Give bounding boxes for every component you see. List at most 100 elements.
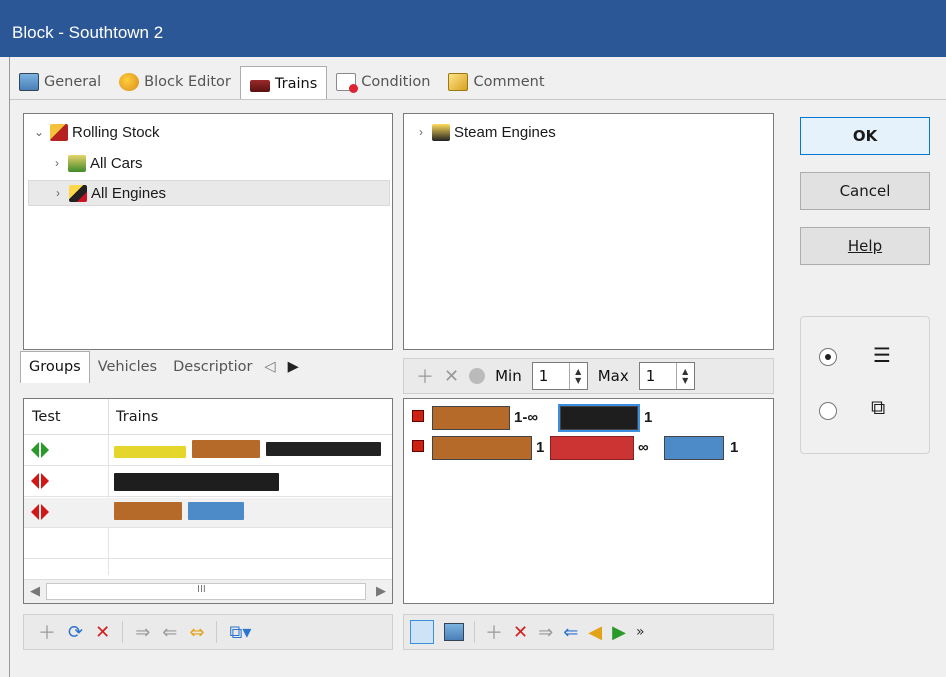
tree-item-rolling-stock[interactable]: ⌄ Rolling Stock — [32, 119, 160, 145]
column-trains[interactable]: Trains — [116, 409, 158, 425]
test-direction-icon[interactable] — [31, 473, 49, 489]
delete-icon[interactable]: ✕ — [513, 622, 528, 643]
table-row[interactable] — [24, 436, 392, 466]
group-tree[interactable]: ⌄ Rolling Stock › All Cars › All Engines — [23, 113, 393, 350]
move-right-icon[interactable]: ▶ — [612, 622, 626, 643]
tree-item-all-cars[interactable]: › All Cars — [50, 150, 143, 176]
log-car-image[interactable] — [432, 406, 510, 430]
view-mode-group: ☰ ⧉ — [800, 316, 930, 454]
diesel-engine-image[interactable] — [664, 436, 724, 460]
stop-icon[interactable] — [469, 368, 486, 384]
table-row — [24, 529, 392, 559]
test-direction-icon[interactable] — [31, 442, 49, 458]
passenger-car-image[interactable] — [550, 436, 634, 460]
tab-condition[interactable]: Condition — [327, 66, 439, 98]
swap-icon[interactable]: ⇔ — [189, 622, 204, 643]
add-icon[interactable]: ＋ — [485, 619, 503, 645]
rolling-stock-icon — [50, 123, 68, 141]
trains-panel: ⌄ Rolling Stock › All Cars › All Engines… — [10, 99, 946, 677]
train-sequence-box[interactable]: 1-∞ 1 1 ∞ 1 — [403, 398, 774, 604]
add-icon[interactable]: ＋ — [38, 619, 56, 645]
scroll-right-icon[interactable]: ▶ — [288, 359, 299, 375]
window-title: Block - Southtown 2 — [0, 0, 946, 57]
steam-engine-icon — [432, 123, 450, 141]
steam-locomotive-image — [114, 473, 279, 491]
delete-icon[interactable]: ✕ — [95, 622, 110, 643]
table-row[interactable] — [24, 498, 392, 528]
log-car-image — [114, 502, 182, 520]
left-toolbar: ＋ ⟳ ✕ ⇒ ⇐ ⇔ ⧉▾ — [23, 614, 393, 650]
grid-header: Test Trains — [24, 399, 392, 435]
spin-up-icon: ▲ — [575, 367, 582, 376]
spin-down-icon: ▼ — [575, 376, 582, 385]
chevron-right-icon[interactable]: › — [414, 125, 428, 139]
dialog: General Block Editor Trains Condition Co… — [9, 57, 946, 677]
scroll-left-icon[interactable]: ◁ — [264, 359, 275, 375]
sequence-row[interactable]: 1 ∞ 1 — [412, 433, 772, 463]
tab-block-editor[interactable]: Block Editor — [110, 66, 240, 98]
direction-icon[interactable] — [412, 440, 424, 452]
log-car-image — [192, 440, 260, 458]
general-icon — [19, 73, 39, 91]
chevron-right-icon[interactable]: › — [51, 186, 65, 200]
comment-icon — [448, 73, 469, 91]
column-test[interactable]: Test — [32, 409, 61, 425]
scroll-left-arrow-icon[interactable]: ◀ — [30, 584, 40, 599]
subtab-strip: Groups Vehicles Descriptior ◁ ▶ — [20, 351, 299, 383]
grouped-view-icon: ⧉ — [871, 395, 886, 419]
chevron-down-icon[interactable]: ⌄ — [32, 125, 46, 139]
trains-icon — [249, 80, 270, 92]
table-row[interactable] — [24, 467, 392, 497]
sequence-row[interactable]: 1-∞ 1 — [412, 403, 772, 433]
properties-icon[interactable] — [444, 623, 464, 641]
scroll-right-arrow-icon[interactable]: ▶ — [376, 584, 386, 599]
selection-tree[interactable]: › Steam Engines — [403, 113, 774, 350]
min-stepper[interactable]: 1 ▲ ▼ — [531, 362, 588, 390]
copy-menu-icon[interactable]: ⧉▾ — [229, 622, 251, 643]
move-left-icon[interactable]: ◀ — [588, 622, 602, 643]
arrow-right-icon[interactable]: ⇒ — [538, 622, 553, 643]
scroll-thumb[interactable]: III — [46, 583, 366, 600]
train-test-grid[interactable]: Test Trains ◀ III ▶ — [23, 398, 393, 604]
subtab-groups[interactable]: Groups — [20, 351, 90, 383]
max-stepper[interactable]: 1 ▲ ▼ — [638, 362, 695, 390]
tree-item-steam-engines[interactable]: › Steam Engines — [414, 119, 556, 145]
steam-locomotive-image — [266, 442, 381, 456]
subtab-description[interactable]: Descriptior — [165, 359, 260, 375]
cancel-button[interactable]: Cancel — [800, 172, 930, 210]
horizontal-scrollbar[interactable]: ◀ III ▶ — [24, 579, 392, 603]
diesel-engine-image — [188, 502, 244, 520]
freight-car-image — [114, 446, 186, 458]
list-view-icon: ☰ — [873, 343, 891, 367]
tree-item-all-engines[interactable]: › All Engines — [28, 180, 390, 206]
sequence-toolbar: ＋ ✕ ⇒ ⇐ ◀ ▶ » — [403, 614, 774, 650]
engines-icon — [69, 184, 87, 202]
log-car-image[interactable] — [432, 436, 532, 460]
add-icon[interactable]: ＋ — [416, 363, 434, 389]
spin-up-icon: ▲ — [682, 367, 689, 376]
radio-list-view[interactable] — [819, 348, 837, 366]
min-max-toolbar: ＋ ✕ Min 1 ▲ ▼ Max 1 ▲ ▼ — [403, 358, 774, 394]
spin-down-icon: ▼ — [682, 376, 689, 385]
arrow-right-icon[interactable]: ⇒ — [135, 622, 150, 643]
tab-comment[interactable]: Comment — [439, 66, 553, 98]
radio-grouped-view[interactable] — [819, 402, 837, 420]
tab-trains[interactable]: Trains — [239, 66, 328, 101]
ok-button[interactable]: OK — [800, 117, 930, 155]
chevron-right-icon[interactable]: › — [50, 156, 64, 170]
arrow-left-icon[interactable]: ⇐ — [563, 622, 578, 643]
block-editor-icon — [119, 73, 140, 91]
test-direction-icon[interactable] — [31, 504, 49, 520]
subtab-vehicles[interactable]: Vehicles — [90, 359, 165, 375]
condition-icon — [336, 73, 359, 93]
help-button[interactable]: Help — [800, 227, 930, 265]
cars-icon — [68, 154, 86, 172]
remove-icon[interactable]: ✕ — [444, 366, 459, 387]
tab-general[interactable]: General — [10, 66, 110, 98]
steam-locomotive-image[interactable] — [558, 404, 640, 432]
overflow-icon[interactable]: » — [636, 624, 645, 640]
arrow-left-icon[interactable]: ⇐ — [162, 622, 177, 643]
new-sequence-icon[interactable] — [410, 620, 434, 644]
refresh-icon[interactable]: ⟳ — [68, 622, 83, 643]
direction-icon[interactable] — [412, 410, 424, 422]
